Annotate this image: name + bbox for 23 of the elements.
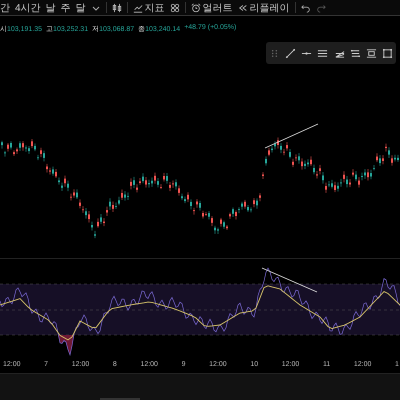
- timeframe-button[interactable]: 간: [0, 0, 10, 14]
- indicators-button[interactable]: 지표: [132, 0, 165, 14]
- timeframe-button[interactable]: 주: [60, 0, 71, 14]
- grid-icon[interactable]: [170, 2, 180, 12]
- range-icon[interactable]: [366, 48, 378, 58]
- redo-icon[interactable]: [316, 2, 326, 12]
- trend-line[interactable]: [264, 124, 318, 148]
- candlestick-icon[interactable]: [112, 2, 122, 12]
- undo-icon[interactable]: [300, 2, 311, 12]
- parallel-lines-icon[interactable]: [317, 48, 328, 58]
- chart-icon: [132, 2, 143, 12]
- trend-line-icon[interactable]: [284, 48, 296, 58]
- timeframe-button[interactable]: 4시간: [15, 0, 41, 14]
- trend-line[interactable]: [262, 268, 318, 292]
- alarm-clock-icon: [190, 2, 201, 12]
- alert-button[interactable]: 얼러트: [190, 0, 233, 14]
- timeframe-button[interactable]: 달: [76, 0, 86, 14]
- rewind-icon: [238, 2, 248, 12]
- rectangle-icon[interactable]: [382, 48, 394, 58]
- replay-button[interactable]: 리플레이: [238, 0, 290, 14]
- channel-icon[interactable]: [350, 48, 361, 58]
- timeframe-button[interactable]: 날: [46, 0, 56, 14]
- scrollbar-thumb[interactable]: [100, 398, 140, 400]
